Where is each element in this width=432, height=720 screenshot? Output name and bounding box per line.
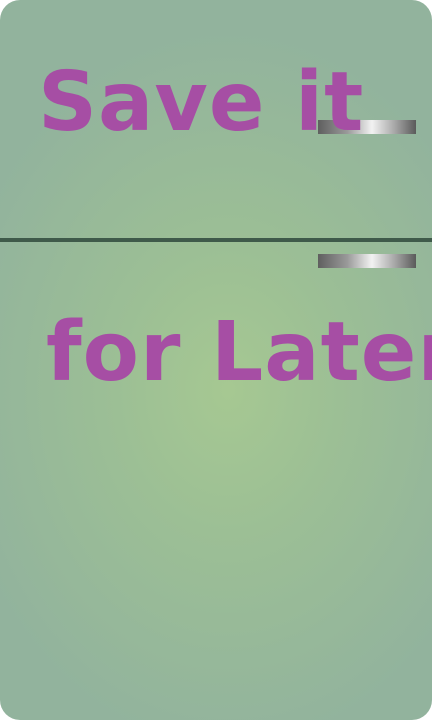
bottom-handle-icon (318, 254, 416, 268)
headline-line-1: Save it (38, 55, 365, 150)
headline-line-2: for Later (46, 305, 432, 400)
door-seam (0, 238, 432, 242)
fridge-graphic: Save it for Later (0, 0, 432, 720)
